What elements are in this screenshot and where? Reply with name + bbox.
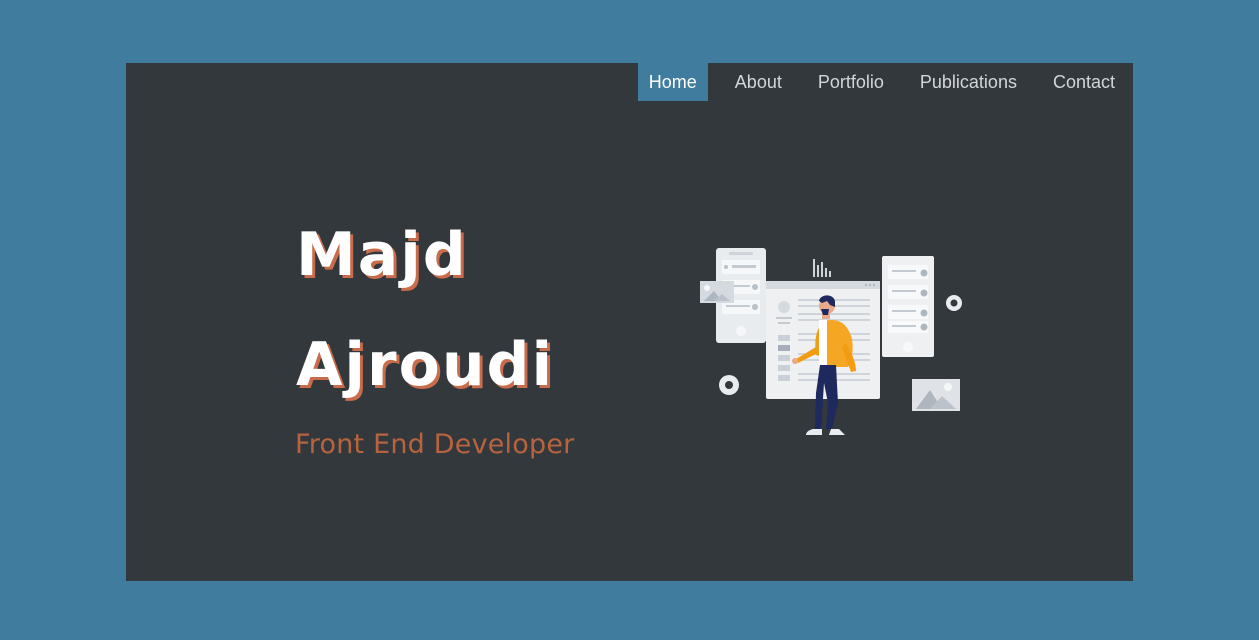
nav-contact[interactable]: Contact <box>1035 63 1133 101</box>
hero-first-name: Majd <box>296 220 468 290</box>
hero-last-name: Ajroudi <box>296 330 555 400</box>
tablet-card-right <box>882 256 934 357</box>
bar-chart-icon <box>813 259 831 277</box>
hero-panel: Home About Portfolio Publications Contac… <box>126 63 1133 581</box>
image-card-right <box>912 379 960 411</box>
nav-about[interactable]: About <box>717 63 800 101</box>
main-nav: Home About Portfolio Publications Contac… <box>637 63 1133 101</box>
donut-chart-icon-left <box>719 375 739 395</box>
developer-illustration <box>700 248 962 435</box>
donut-chart-icon-right <box>946 295 962 311</box>
image-card-left <box>700 281 734 303</box>
nav-portfolio[interactable]: Portfolio <box>800 63 902 101</box>
nav-home[interactable]: Home <box>637 63 708 101</box>
hero-role: Front End Developer <box>295 429 575 460</box>
nav-publications[interactable]: Publications <box>902 63 1035 101</box>
